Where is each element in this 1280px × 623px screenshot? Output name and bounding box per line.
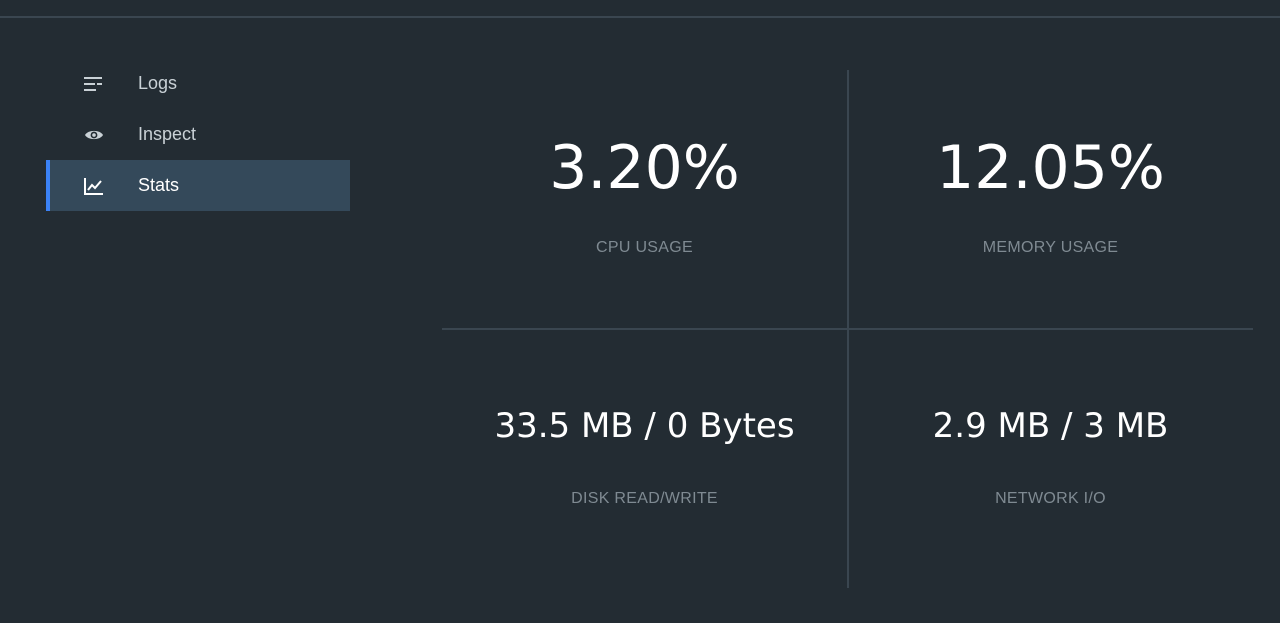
logs-icon (84, 74, 104, 94)
sidebar-item-label: Inspect (138, 124, 197, 144)
sidebar-item-label: Stats (138, 175, 180, 195)
stats-panel: 3.20% CPU USAGE 12.05% MEMORY USAGE 33.5… (442, 70, 1253, 588)
sidebar-item-stats[interactable]: Stats (46, 160, 350, 211)
network-io-stat: 2.9 MB / 3 MB NETWORK I/O (848, 404, 1253, 508)
eye-icon (84, 125, 104, 145)
disk-rw-value: 33.5 MB / 0 Bytes (494, 406, 795, 446)
disk-rw-stat: 33.5 MB / 0 Bytes DISK READ/WRITE (442, 404, 847, 508)
top-divider (0, 16, 1280, 18)
memory-usage-caption: MEMORY USAGE (982, 239, 1119, 256)
cpu-usage-stat: 3.20% CPU USAGE (442, 133, 847, 257)
cpu-usage-caption: CPU USAGE (596, 239, 693, 256)
chart-icon (84, 176, 104, 196)
disk-rw-caption: DISK READ/WRITE (571, 490, 718, 507)
horizontal-divider (442, 328, 1253, 330)
cpu-usage-value: 3.20% (549, 133, 740, 203)
network-io-value: 2.9 MB / 3 MB (932, 406, 1169, 446)
sidebar-item-inspect[interactable]: Inspect (46, 109, 350, 160)
sidebar-item-label: Logs (138, 73, 178, 93)
network-io-caption: NETWORK I/O (995, 490, 1106, 507)
sidebar-item-logs[interactable]: Logs (46, 58, 350, 109)
memory-usage-value: 12.05% (936, 133, 1165, 203)
sidebar-nav: Logs Inspect Stats (46, 58, 350, 211)
memory-usage-stat: 12.05% MEMORY USAGE (848, 133, 1253, 257)
